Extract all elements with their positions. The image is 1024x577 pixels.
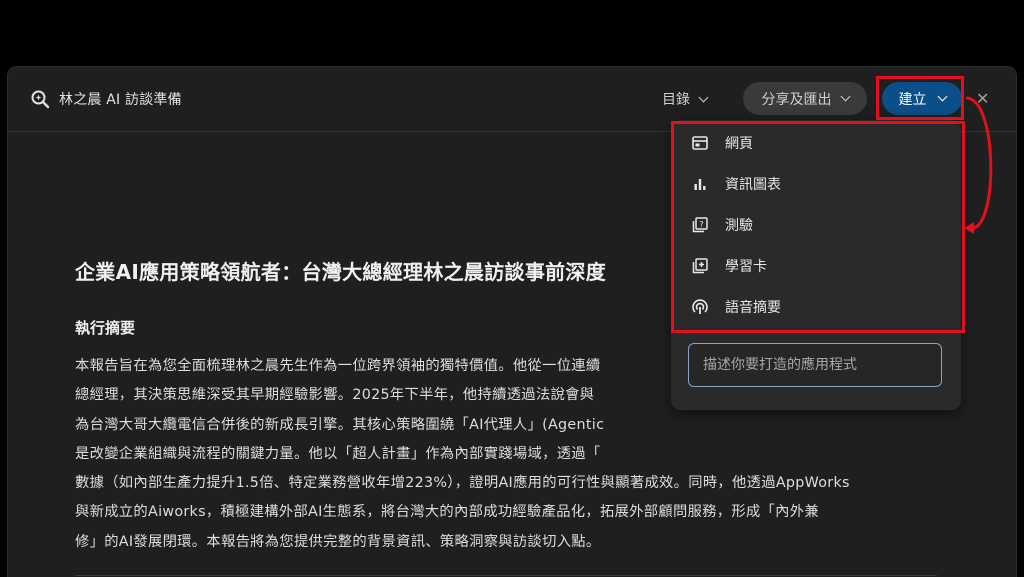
search-sparkle-icon: [31, 90, 50, 109]
document-title: 企業AI應用策略領航者：台灣大總經理林之晨訪談事前深度: [75, 260, 607, 284]
toc-button[interactable]: 目錄: [662, 87, 709, 111]
paragraph-line: 為台灣大哥大纜電信合併後的新成長引擎。其核心策略圍繞「AI代理人」(Agenti…: [75, 416, 605, 433]
annotation-arrow-icon: [964, 96, 993, 234]
chevron-down-icon: [698, 92, 709, 102]
create-menu-highlight: [671, 121, 965, 333]
share-export-label: 分享及匯出: [761, 91, 832, 108]
paragraph-line: 數據（如內部生產力提升1.5倍、特定業務營收年增223%），證明AI應用的可行性…: [75, 475, 850, 492]
share-export-button[interactable]: 分享及匯出: [743, 82, 867, 115]
section-heading: 執行摘要: [75, 319, 136, 337]
paragraph-line: 是改變企業組織與流程的關鍵力量。他以「超人計畫」作為內部實踐場域，透過「: [75, 445, 601, 462]
paragraph-line: 與新成立的Aiworks，積極建構外部AI生態系，將台灣大的內部成功經驗產品化，…: [75, 504, 819, 521]
create-button-highlight: [876, 76, 964, 120]
toc-label: 目錄: [662, 92, 690, 108]
app-title: 林之晨 AI 訪談準備: [59, 92, 182, 108]
chevron-down-icon: [840, 91, 850, 102]
describe-app-input[interactable]: [688, 343, 942, 387]
paragraph-line: 修」的AI發展閉環。本報告將為您提供完整的背景資訊、策略洞察與訪談切入點。: [75, 533, 601, 550]
